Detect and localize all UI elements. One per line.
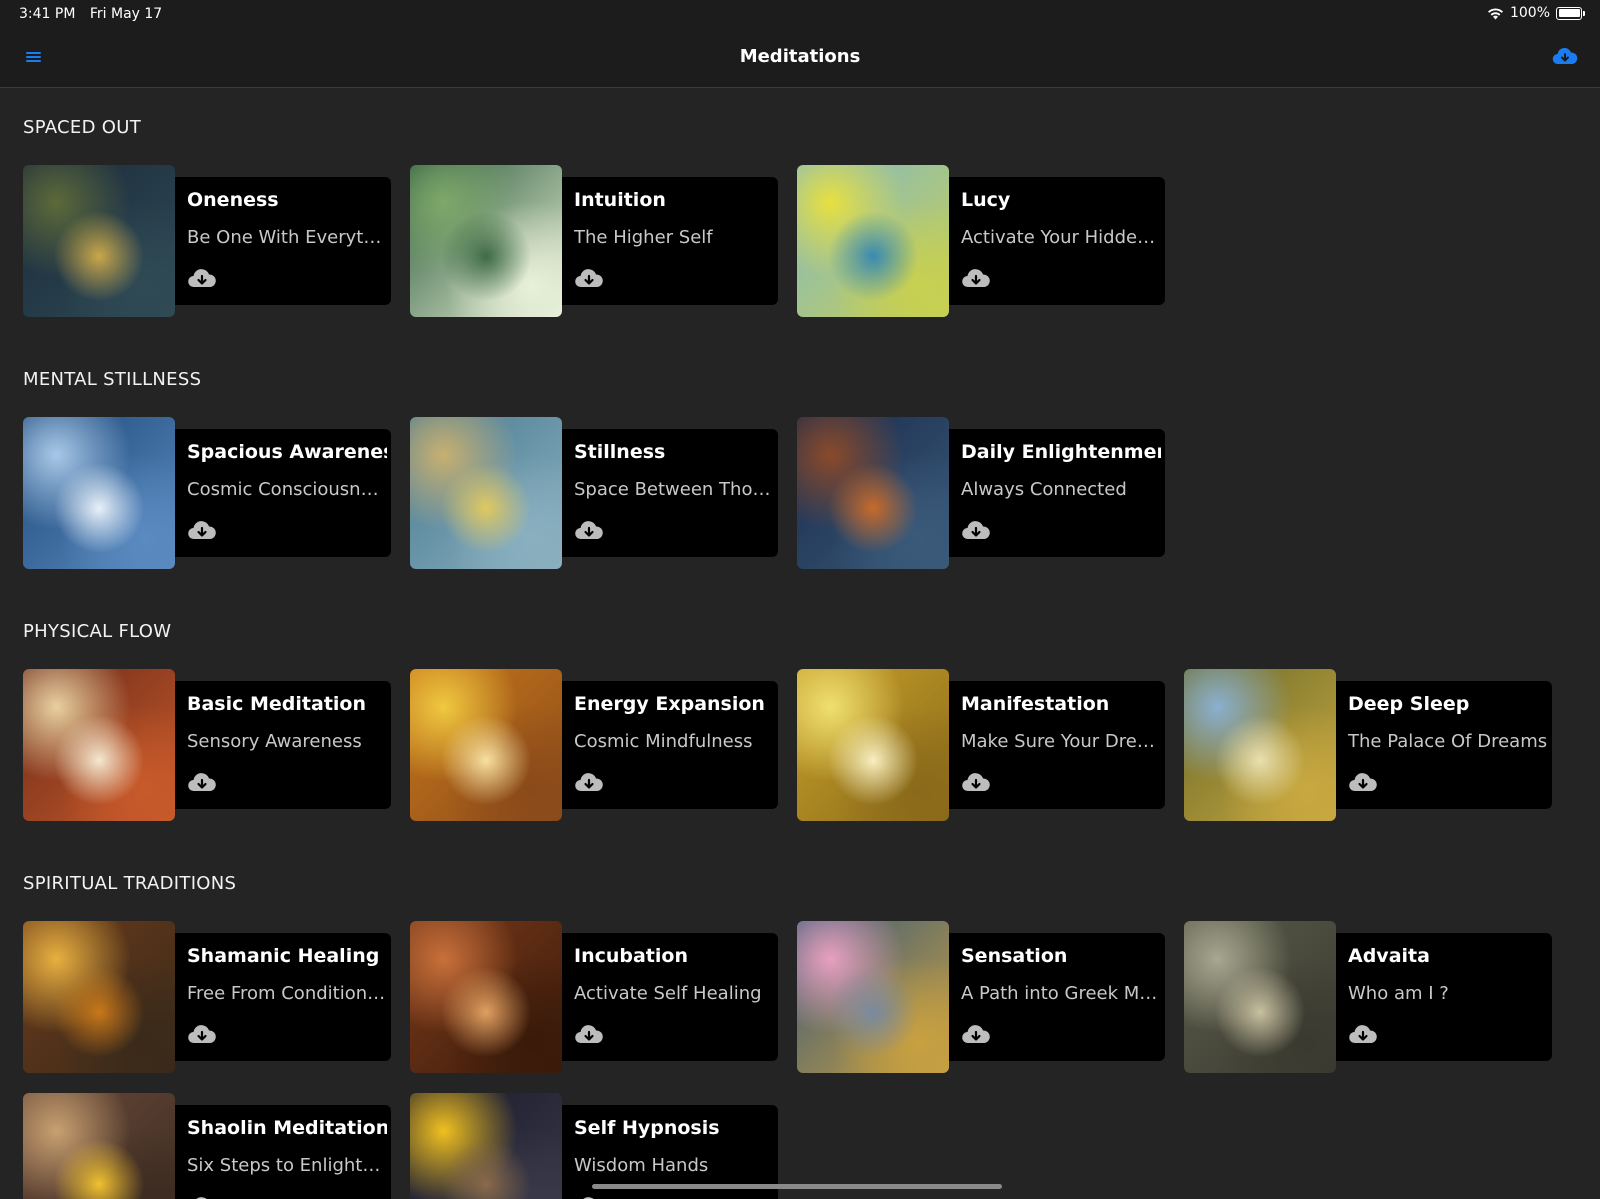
download-icon[interactable] [187, 1195, 217, 1199]
navigation-bar: Meditations [0, 28, 1600, 88]
download-icon[interactable] [187, 1023, 217, 1045]
card-title: Sensation [961, 945, 1068, 967]
card-title: Stillness [574, 441, 666, 463]
meditation-artwork[interactable] [410, 669, 562, 821]
card-title: Spacious Awareness [187, 441, 387, 463]
status-bar: 3:41 PM Fri May 17 100% [0, 0, 1600, 28]
meditation-artwork[interactable] [23, 417, 175, 569]
meditation-artwork[interactable] [23, 669, 175, 821]
card-subtitle: Activate Your Hidden Potential [961, 227, 1161, 248]
meditation-card[interactable]: Advaita Who am I ? [1184, 921, 1552, 1073]
download-icon[interactable] [574, 519, 604, 541]
battery-percent: 100% [1509, 5, 1550, 21]
card-subtitle: The Palace Of Dreams [1348, 731, 1548, 752]
page-title: Meditations [739, 46, 861, 67]
card-title: Advaita [1348, 945, 1430, 967]
section-title: PHYSICAL FLOW [23, 621, 172, 642]
meditation-card[interactable]: Spacious Awareness Cosmic Consciousness [23, 417, 391, 569]
card-subtitle: Six Steps to Enlightenment [187, 1155, 387, 1176]
card-title: Basic Meditation [187, 693, 366, 715]
card-title: Oneness [187, 189, 279, 211]
download-icon[interactable] [961, 519, 991, 541]
cloud-download-icon[interactable] [1552, 46, 1578, 66]
meditation-artwork[interactable] [797, 417, 949, 569]
meditation-card[interactable]: Stillness Space Between Thoughts [410, 417, 778, 569]
meditation-artwork[interactable] [410, 417, 562, 569]
download-icon[interactable] [574, 1023, 604, 1045]
card-subtitle: The Higher Self [574, 227, 713, 248]
download-icon[interactable] [187, 519, 217, 541]
card-title: Manifestation [961, 693, 1110, 715]
card-subtitle: Space Between Thoughts [574, 479, 774, 500]
meditation-artwork[interactable] [23, 921, 175, 1073]
meditation-artwork[interactable] [23, 165, 175, 317]
card-title: Shaolin Meditation [187, 1117, 387, 1139]
card-subtitle: Who am I ? [1348, 983, 1449, 1004]
meditation-artwork[interactable] [797, 669, 949, 821]
download-icon[interactable] [574, 771, 604, 793]
download-icon[interactable] [1348, 771, 1378, 793]
status-date: Fri May 17 [89, 6, 163, 22]
wifi-icon [1487, 7, 1503, 19]
battery-icon [1556, 6, 1585, 20]
meditation-artwork[interactable] [1184, 921, 1336, 1073]
card-title: Lucy [961, 189, 1011, 211]
meditation-card[interactable]: Sensation A Path into Greek Mythology [797, 921, 1165, 1073]
meditation-artwork[interactable] [23, 1093, 175, 1199]
download-icon[interactable] [574, 267, 604, 289]
card-title: Energy Expansion [574, 693, 765, 715]
meditation-card[interactable]: Basic Meditation Sensory Awareness [23, 669, 391, 821]
card-subtitle: Cosmic Consciousness [187, 479, 387, 500]
card-subtitle: A Path into Greek Mythology [961, 983, 1161, 1004]
card-subtitle: Free From Conditioning [187, 983, 387, 1004]
download-icon[interactable] [187, 771, 217, 793]
status-right: 100% [1487, 5, 1585, 21]
section-title: SPIRITUAL TRADITIONS [23, 873, 237, 894]
download-icon[interactable] [961, 1023, 991, 1045]
download-icon[interactable] [574, 1195, 604, 1199]
card-subtitle: Always Connected [961, 479, 1127, 500]
meditation-card[interactable]: Shaolin Meditation Six Steps to Enlighten… [23, 1093, 391, 1199]
meditation-card[interactable]: Daily Enlightenment Always Connected [797, 417, 1165, 569]
card-title: Incubation [574, 945, 688, 967]
card-title: Deep Sleep [1348, 693, 1470, 715]
meditation-list[interactable]: SPACED OUT Oneness Be One With Everything I… [0, 88, 1600, 1199]
meditation-card[interactable]: Manifestation Make Sure Your Dreams Come … [797, 669, 1165, 821]
meditation-card[interactable]: Shamanic Healing Free From Conditioning [23, 921, 391, 1073]
meditation-card[interactable]: Deep Sleep The Palace Of Dreams [1184, 669, 1552, 821]
section-title: MENTAL STILLNESS [23, 369, 202, 390]
meditation-card[interactable]: Incubation Activate Self Healing [410, 921, 778, 1073]
card-title: Shamanic Healing [187, 945, 380, 967]
meditation-artwork[interactable] [1184, 669, 1336, 821]
download-icon[interactable] [961, 267, 991, 289]
card-title: Intuition [574, 189, 666, 211]
card-subtitle: Activate Self Healing [574, 983, 762, 1004]
card-subtitle: Be One With Everything [187, 227, 387, 248]
meditation-card[interactable]: Intuition The Higher Self [410, 165, 778, 317]
meditation-card[interactable]: Energy Expansion Cosmic Mindfulness [410, 669, 778, 821]
meditation-card[interactable]: Oneness Be One With Everything [23, 165, 391, 317]
home-indicator[interactable] [592, 1184, 1002, 1189]
section-title: SPACED OUT [23, 117, 141, 138]
card-title: Self Hypnosis [574, 1117, 720, 1139]
card-subtitle: Cosmic Mindfulness [574, 731, 753, 752]
meditation-artwork[interactable] [797, 921, 949, 1073]
download-icon[interactable] [187, 267, 217, 289]
meditation-card[interactable]: Lucy Activate Your Hidden Potential [797, 165, 1165, 317]
status-time: 3:41 PM [19, 6, 76, 22]
meditation-artwork[interactable] [410, 1093, 562, 1199]
status-left: 3:41 PM Fri May 17 [19, 6, 162, 22]
card-title: Daily Enlightenment [961, 441, 1161, 463]
card-subtitle: Wisdom Hands [574, 1155, 709, 1176]
download-icon[interactable] [961, 771, 991, 793]
meditation-artwork[interactable] [410, 921, 562, 1073]
download-icon[interactable] [1348, 1023, 1378, 1045]
card-subtitle: Sensory Awareness [187, 731, 362, 752]
card-subtitle: Make Sure Your Dreams Come True [961, 731, 1161, 752]
meditation-artwork[interactable] [797, 165, 949, 317]
meditation-artwork[interactable] [410, 165, 562, 317]
